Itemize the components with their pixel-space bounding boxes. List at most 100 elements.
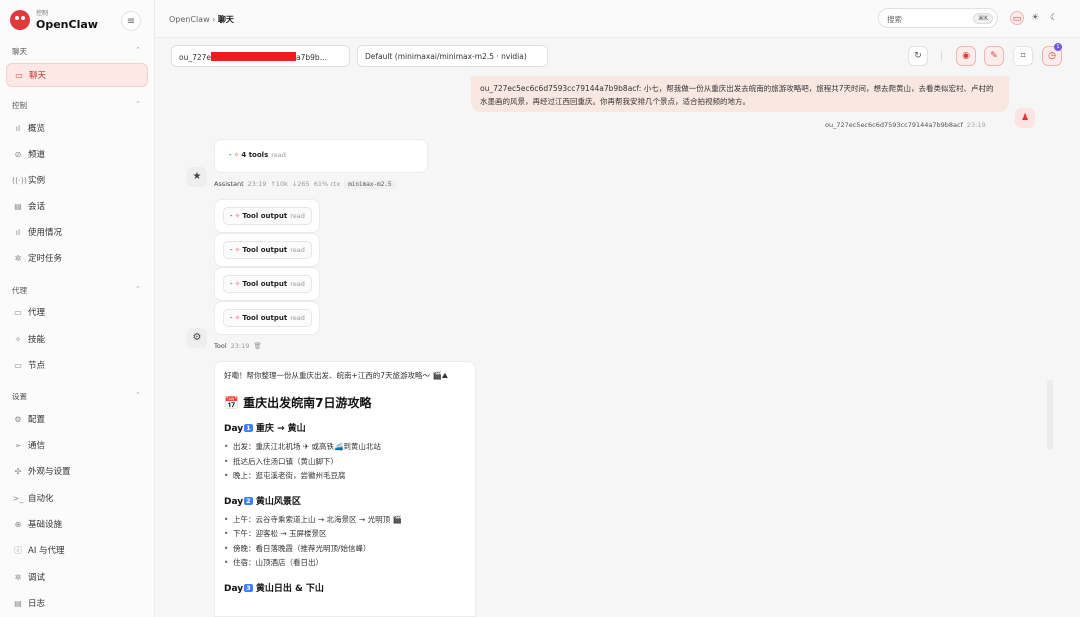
sidebar-section-settings[interactable]: 设置 ⌃ [12,391,141,402]
sidebar-item-overview[interactable]: ıl 概览 [6,116,148,140]
sidebar-section-agents[interactable]: 代理 ⌃ [12,285,141,296]
section-label: 设置 [12,392,27,401]
redaction-bar [211,52,297,61]
sidebar-item-ai-agents[interactable]: ⓘ AI 与代理 [6,538,148,562]
reply-title: 📅 重庆出发皖南7日游攻略 [224,394,466,411]
sparkle-icon: ✧ [234,280,241,288]
trash-icon[interactable]: 🗑 [253,342,261,350]
search-input[interactable]: 搜索 ⌘K [878,8,998,28]
sidebar-item-label: 频道 [28,150,46,160]
globe-icon: ⊕ [14,519,22,529]
tokens-in: ↑10k [270,180,288,188]
monitor-icon: ▭ [14,360,22,370]
brand-name: OpenClaw [36,17,98,31]
assistant-meta: Assistant 23:19 ↑10k ↓265 61% ctx minimax-m2.… [214,180,396,189]
assistant-name: Assistant [214,180,244,188]
sidebar-item-appearance[interactable]: ✣ 外观与设置 [6,459,148,483]
loader-icon: ✲ [14,253,22,263]
reply-intro: 好嘞！帮你整理一份从重庆出发、皖南+江西的7天旅游攻略～ 🎬⛰ [224,371,449,380]
tokens-out: ↓265 [291,180,310,188]
sidebar-item-label: 通信 [28,441,46,451]
user-message-meta: ou_727ec5ec6c6d7593cc79144a7b9b8acf 23:19 [825,121,986,129]
session-key-suffix: a7b9b... [296,53,327,62]
sidebar-item-agents[interactable]: ▭ 代理 [6,300,148,324]
refresh-icon: ↻ [914,51,922,61]
sidebar-item-debug[interactable]: ✲ 调试 [6,565,148,589]
reply-title-text: 重庆出发皖南7日游攻略 [243,396,372,410]
day-heading-text: 黄山日出 & 下山 [255,583,324,594]
list-item: 下午：迎客松 → 玉屏楼景区 [224,527,466,542]
link-icon: ⊘ [14,149,22,159]
assistant-time: 23:19 [247,180,267,188]
list-item: 晚上：逛屯溪老街，尝徽州毛豆腐 [224,469,466,484]
model-select[interactable]: Default (minimaxai/minimax-m2.5 · nvidia… [357,45,548,67]
assistant-avatar: ★ [187,167,207,187]
sidebar-item-usage[interactable]: ıl 使用情况 [6,220,148,244]
notification-badge: 1 [1054,43,1062,51]
keycap-number: 3 [244,583,253,592]
sidebar-item-cron[interactable]: ✲ 定时任务 [6,246,148,270]
tool-output-chip[interactable]: - ✧ Tool output read [223,241,312,259]
tool-output-tag: read [290,280,305,288]
sidebar-item-channels[interactable]: ⊘ 频道 [6,142,148,166]
sidebar-item-nodes[interactable]: ▭ 节点 [6,353,148,377]
session-select[interactable]: ou_727e a7b9b... [171,45,350,67]
sparkle-icon: ✧ [234,314,241,322]
bug-icon: ✲ [14,572,22,582]
focus-mode-button[interactable]: ⌗ [1013,46,1033,66]
theme-system-button[interactable]: ▭ [1010,11,1024,25]
tools-toggle-button[interactable]: ✎ [984,46,1004,66]
chip-prefix: - [230,212,233,220]
search-placeholder: 搜索 [887,15,902,24]
sidebar-item-chat[interactable]: ▭ 聊天 [6,63,148,87]
sidebar-item-logs[interactable]: ▤ 日志 [6,591,148,615]
search-shortcut-badge: ⌘K [973,13,993,24]
breadcrumb-root[interactable]: OpenClaw [169,15,210,24]
sidebar-item-skills[interactable]: ✧ 技能 [6,327,148,351]
tools-summary-chip[interactable]: - ✧ 4 tools read [223,147,292,165]
sidebar-item-sessions[interactable]: ▤ 会话 [6,194,148,218]
sidebar-item-label: 配置 [28,415,46,425]
refresh-button[interactable]: ↻ [908,46,928,66]
tool-output-card: - ✧ Tool output read [214,233,320,267]
brand-subtitle: 控制 [36,9,49,17]
theme-dark-button[interactable]: ☾ [1047,11,1061,25]
day-heading-text: 重庆 → 黄山 [255,424,306,434]
wrench-icon: ✎ [990,51,998,61]
sidebar-item-label: 节点 [28,361,46,371]
folder-icon: ▭ [14,307,22,317]
tool-output-chip[interactable]: - ✧ Tool output read [223,275,312,293]
sidebar-item-label: 聊天 [29,71,47,81]
sidebar-section-chat[interactable]: 聊天 ⌃ [12,46,141,57]
chip-prefix: - [230,314,233,322]
sidebar-item-automation[interactable]: >_ 自动化 [6,486,148,510]
openclaw-logo-icon [10,10,30,30]
sidebar-item-config[interactable]: ⚙ 配置 [6,407,148,431]
star-icon: ★ [192,171,202,182]
sidebar-item-label: 定时任务 [28,254,63,264]
sidebar-item-infra[interactable]: ⊕ 基础设施 [6,512,148,536]
tool-output-chip[interactable]: - ✧ Tool output read [223,207,312,225]
sidebar-item-label: 调试 [28,573,46,583]
terminal-icon: >_ [12,493,24,503]
sidebar-section-control[interactable]: 控制 ⌃ [12,100,141,111]
calendar-icon: 📅 [224,396,239,410]
tool-output-chip[interactable]: - ✧ Tool output read [223,309,312,327]
sidebar-item-comms[interactable]: ➢ 通信 [6,433,148,457]
theme-light-button[interactable]: ☀ [1028,11,1042,25]
day-heading-text: 黄山风景区 [255,496,301,507]
sidebar-item-instances[interactable]: ((·)) 实例 [6,168,148,192]
sparkle-icon: ✧ [234,246,241,254]
keycap-number: 1 [244,424,253,432]
chat-scrollbar[interactable] [1047,380,1053,450]
context-usage: 61% ctx [313,180,341,188]
ai-icon: ⓘ [14,545,22,555]
thinking-toggle-button[interactable]: ◉ [956,46,976,66]
chevron-up-icon: ⌃ [135,391,141,399]
chip-prefix: - [230,280,233,288]
brain-icon: ◉ [962,51,970,61]
tool-name: Tool [214,342,227,350]
collapse-sidebar-button[interactable]: ≡ [121,11,141,31]
sidebar-item-label: 技能 [28,335,46,345]
brand[interactable]: 控制 OpenClaw [10,10,98,30]
